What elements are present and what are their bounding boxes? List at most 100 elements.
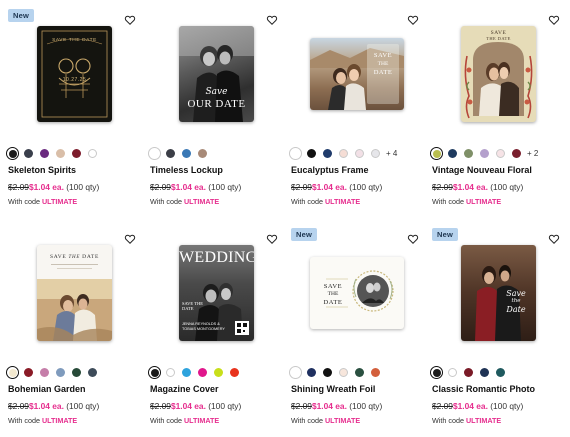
color-swatch[interactable] xyxy=(214,367,223,377)
color-swatch[interactable] xyxy=(198,367,207,377)
product-card[interactable]: New SAVE THE DATE Shining Wreath Foil $2… xyxy=(289,225,425,435)
color-swatch[interactable] xyxy=(512,148,521,158)
card-headline: SAVE THE DATE xyxy=(37,254,112,260)
sale-price: $1.04 ea. xyxy=(170,182,206,192)
color-swatch[interactable] xyxy=(24,367,33,377)
original-price: $2.09 xyxy=(150,401,171,411)
color-swatch[interactable] xyxy=(166,148,175,158)
color-swatch[interactable] xyxy=(166,367,175,377)
quantity-note: (100 qty) xyxy=(349,182,383,192)
product-image[interactable]: SAVE THE DATE xyxy=(432,24,566,128)
card-headline: THE xyxy=(327,291,339,297)
product-title[interactable]: Shining Wreath Foil xyxy=(291,384,375,394)
color-swatch[interactable] xyxy=(464,148,473,158)
product-image[interactable]: SAVE THE DATE xyxy=(291,243,425,347)
color-swatch[interactable] xyxy=(289,365,302,379)
color-swatch[interactable] xyxy=(56,148,65,158)
color-swatch[interactable] xyxy=(6,365,19,379)
color-swatch[interactable] xyxy=(182,148,191,158)
card-word: SAVE xyxy=(49,254,67,260)
color-swatch[interactable] xyxy=(323,148,332,158)
promo-code: ULTIMATE xyxy=(183,197,220,206)
product-card[interactable]: SAVE THE DATE + 2 Vintage Nouveau Floral… xyxy=(430,6,566,216)
color-swatch[interactable] xyxy=(448,148,457,158)
color-swatch[interactable] xyxy=(430,365,443,379)
color-swatch[interactable] xyxy=(371,367,380,377)
card-headline: DATE xyxy=(323,299,343,306)
promo-line: With code ULTIMATE xyxy=(8,197,77,206)
product-image[interactable]: SAVE THE DATE 10.27.25 xyxy=(8,24,142,128)
product-title[interactable]: Classic Romantic Photo xyxy=(432,384,535,394)
color-swatch[interactable] xyxy=(72,367,81,377)
color-swatch[interactable] xyxy=(88,367,97,377)
color-swatch[interactable] xyxy=(480,148,489,158)
promo-line: With code ULTIMATE xyxy=(150,416,219,425)
card-subhead: SAVE THE DATE xyxy=(182,301,203,311)
product-price: $2.09$1.04 ea. (100 qty) xyxy=(291,401,382,411)
color-swatch[interactable] xyxy=(464,367,473,377)
color-swatch[interactable] xyxy=(323,367,332,377)
color-swatch[interactable] xyxy=(148,365,161,379)
color-swatch[interactable] xyxy=(198,148,207,158)
quantity-note: (100 qty) xyxy=(208,401,242,411)
promo-prefix: With code xyxy=(150,197,182,206)
more-colors-link[interactable]: + 4 xyxy=(386,149,397,158)
color-swatch[interactable] xyxy=(355,148,364,158)
color-swatch[interactable] xyxy=(307,148,316,158)
color-swatch[interactable] xyxy=(307,367,316,377)
color-swatch[interactable] xyxy=(355,367,364,377)
original-price: $2.09 xyxy=(8,401,29,411)
color-swatch[interactable] xyxy=(371,148,380,158)
color-swatch[interactable] xyxy=(339,367,348,377)
color-swatch[interactable] xyxy=(182,367,191,377)
card-headline: SAVE xyxy=(323,283,343,290)
color-swatch[interactable] xyxy=(448,367,457,377)
product-card[interactable]: SAVE THE DATE Bohemian Garden $2.09$1.04… xyxy=(6,225,142,435)
product-card[interactable]: SAVE THE DATE + 4 Eucalyptus Frame $2.09… xyxy=(289,6,425,216)
color-swatch[interactable] xyxy=(40,148,49,158)
product-price: $2.09$1.04 ea. (100 qty) xyxy=(8,401,99,411)
promo-code: ULTIMATE xyxy=(465,416,502,425)
product-title[interactable]: Eucalyptus Frame xyxy=(291,165,369,175)
color-swatch[interactable] xyxy=(496,367,505,377)
color-swatches xyxy=(6,365,104,379)
product-image[interactable]: WEDDING SAVE THE DATE JENNA REYNOLDS & T… xyxy=(150,243,284,347)
color-swatch[interactable] xyxy=(339,148,348,158)
product-title[interactable]: Bohemian Garden xyxy=(8,384,86,394)
card-headline: THE xyxy=(377,61,389,67)
product-image[interactable]: Save OUR DATE xyxy=(150,24,284,128)
color-swatch[interactable] xyxy=(40,367,49,377)
more-colors-link[interactable]: + 2 xyxy=(527,149,538,158)
product-title[interactable]: Magazine Cover xyxy=(150,384,219,394)
product-title[interactable]: Timeless Lockup xyxy=(150,165,223,175)
product-card[interactable]: WEDDING SAVE THE DATE JENNA REYNOLDS & T… xyxy=(148,225,284,435)
card-headline: SAVE xyxy=(373,52,393,59)
color-swatch[interactable] xyxy=(230,367,239,377)
color-swatch[interactable] xyxy=(430,146,443,160)
color-swatch[interactable] xyxy=(88,148,97,158)
product-card[interactable]: Save OUR DATE Timeless Lockup $2.09$1.04… xyxy=(148,6,284,216)
product-image[interactable]: SAVE THE DATE xyxy=(8,243,142,347)
card-word: DATE xyxy=(82,254,100,260)
quantity-note: (100 qty) xyxy=(66,182,100,192)
color-swatch[interactable] xyxy=(289,146,302,160)
promo-code: ULTIMATE xyxy=(465,197,502,206)
product-price: $2.09$1.04 ea. (100 qty) xyxy=(291,182,382,192)
color-swatch[interactable] xyxy=(56,367,65,377)
color-swatch[interactable] xyxy=(148,146,161,160)
product-title[interactable]: Skeleton Spirits xyxy=(8,165,76,175)
promo-line: With code ULTIMATE xyxy=(8,416,77,425)
product-image[interactable]: Save the Date xyxy=(432,243,566,347)
product-card[interactable]: New Save the Date Classic Romantic Photo… xyxy=(430,225,566,435)
product-title[interactable]: Vintage Nouveau Floral xyxy=(432,165,532,175)
color-swatch[interactable] xyxy=(496,148,505,158)
color-swatch[interactable] xyxy=(480,367,489,377)
card-headline: SAVE THE DATE xyxy=(52,38,97,43)
card-script: the xyxy=(511,298,521,304)
product-image[interactable]: SAVE THE DATE xyxy=(291,24,425,128)
color-swatch[interactable] xyxy=(24,148,33,158)
original-price: $2.09 xyxy=(8,182,29,192)
product-card[interactable]: New SAVE THE DATE 10.27.25 Skeleton Spir… xyxy=(6,6,142,216)
color-swatch[interactable] xyxy=(72,148,81,158)
color-swatch[interactable] xyxy=(6,146,19,160)
